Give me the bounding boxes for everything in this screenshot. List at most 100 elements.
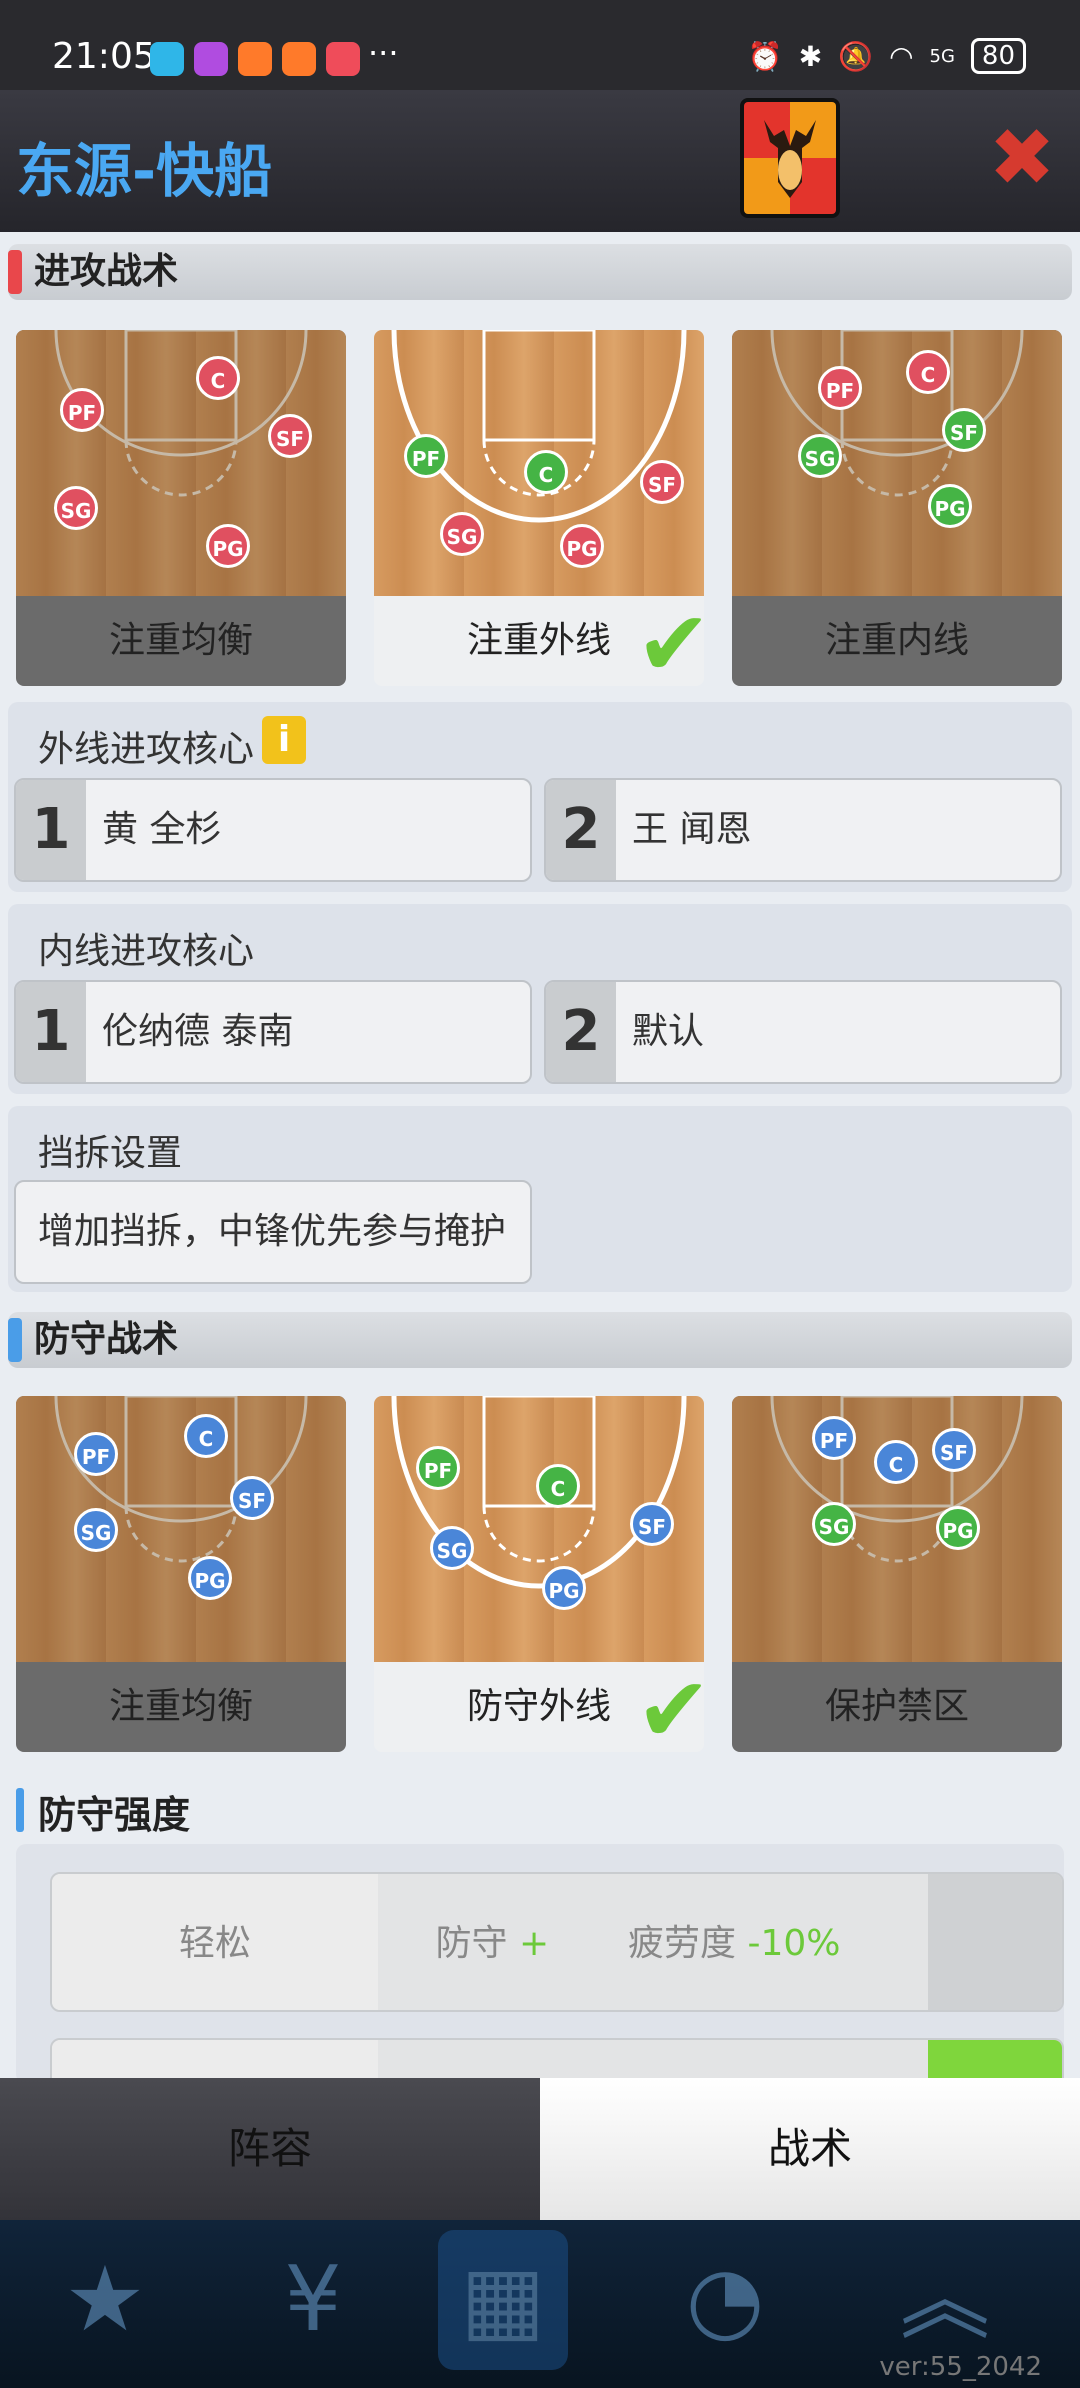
- player-marker-pf: PF: [60, 388, 104, 432]
- interior-core-slot-1[interactable]: 1 伦纳德 泰南: [14, 980, 532, 1084]
- up-arrow-icon: ︽: [900, 2247, 990, 2352]
- player-marker-pg: PG: [542, 1566, 586, 1610]
- perimeter-core-slot-1[interactable]: 1 黄 全杉: [14, 778, 532, 882]
- court-image: [16, 1396, 346, 1662]
- bottom-tabbar: 阵容 战术: [0, 2078, 1080, 2220]
- info-icon[interactable]: i: [262, 716, 306, 764]
- slot-number: 1: [16, 780, 86, 880]
- player-marker-pg: PG: [560, 524, 604, 568]
- player-marker-sf: SF: [230, 1476, 274, 1520]
- close-button[interactable]: ✖: [986, 118, 1058, 198]
- selected-checkmark-icon: ✔: [636, 1658, 712, 1763]
- interior-core-slot-2[interactable]: 2 默认: [544, 980, 1062, 1084]
- perimeter-core-title: 外线进攻核心: [38, 729, 255, 770]
- defense-label: 防守: [435, 1923, 508, 1964]
- alarm-icon: ⏰: [747, 39, 783, 73]
- player-marker-c: C: [196, 356, 240, 400]
- intensity-accent: [16, 1788, 24, 1832]
- player-marker-pf: PF: [404, 434, 448, 478]
- player-marker-sf: SF: [932, 1428, 976, 1472]
- offense-card-interior[interactable]: PF C SF SG PG 注重内线: [732, 330, 1062, 686]
- player-marker-sg: SG: [54, 486, 98, 530]
- player-marker-pg: PG: [188, 1556, 232, 1600]
- player-marker-c: C: [906, 350, 950, 394]
- tab-tactics[interactable]: 战术: [540, 2078, 1080, 2220]
- player-marker-c: C: [874, 1440, 918, 1484]
- reader-app-icon: [326, 42, 360, 76]
- player-marker-pg: PG: [928, 484, 972, 528]
- version-label: ver:55_2042: [879, 2352, 1042, 2382]
- team-header: 东源-快船 ✖: [0, 90, 1080, 232]
- fatigue-label: 疲劳度: [628, 1923, 737, 1964]
- selected-checkmark-icon: ✔: [636, 592, 712, 697]
- mute-icon: 🔕: [838, 39, 874, 73]
- player-marker-pg: PG: [936, 1506, 980, 1550]
- player-marker-pf: PF: [812, 1416, 856, 1460]
- intensity-panel: 轻松 防守 + 疲劳度 -10%: [16, 1844, 1064, 2078]
- notification-icons: [150, 42, 360, 76]
- player-marker-sf: SF: [630, 1502, 674, 1546]
- chat-icon: ◔: [685, 2247, 765, 2352]
- team-logo: [740, 98, 840, 218]
- slot-number: 2: [546, 982, 616, 1082]
- perimeter-core-slot-2[interactable]: 2 王 闻恩: [544, 778, 1062, 882]
- game-app-icon: [238, 42, 272, 76]
- player-marker-sg: SG: [798, 434, 842, 478]
- intensity-level-label-next: [52, 2040, 378, 2078]
- defense-card-protect-paint[interactable]: PF C SF SG PG 保护禁区: [732, 1396, 1062, 1752]
- bluetooth-icon: ✱: [798, 39, 823, 73]
- tab-lineup[interactable]: 阵容: [0, 2078, 540, 2220]
- player-marker-sf: SF: [942, 408, 986, 452]
- intensity-option-easy[interactable]: 轻松 防守 + 疲劳度 -10%: [50, 1872, 1064, 2012]
- currency-icon: ¥: [284, 2247, 342, 2352]
- player-marker-sg: SG: [430, 1526, 474, 1570]
- signal-icon: 5G: [929, 45, 955, 67]
- slot-number: 2: [546, 780, 616, 880]
- status-bar: 21:05 ··· ⏰ ✱ 🔕 ◠ 5G 80: [0, 0, 1080, 90]
- slot-player-name: 默认: [632, 1011, 705, 1052]
- court-image: [732, 330, 1062, 596]
- player-marker-pg: PG: [206, 524, 250, 568]
- player-marker-c: C: [184, 1414, 228, 1458]
- court-image: [16, 330, 346, 596]
- intensity-effects: 防守 + 疲劳度 -10%: [378, 1874, 898, 2010]
- interior-core-group: 内线进攻核心 1 伦纳德 泰南 2 默认: [8, 904, 1072, 1094]
- card-label: 注重均衡: [108, 620, 253, 661]
- player-marker-c: C: [524, 450, 568, 494]
- card-label: 注重内线: [824, 620, 969, 661]
- slot-player-name: 黄 全杉: [102, 809, 222, 850]
- slot-player-name: 王 闻恩: [632, 809, 752, 850]
- player-marker-pf: PF: [818, 366, 862, 410]
- screen-setting-title: 挡拆设置: [38, 1133, 183, 1174]
- player-marker-pf: PF: [74, 1432, 118, 1476]
- star-icon: ★: [64, 2247, 146, 2352]
- defense-card-balanced[interactable]: PF C SF SG PG 注重均衡: [16, 1396, 346, 1752]
- book-app-icon: [150, 42, 184, 76]
- wifi-icon: ◠: [889, 39, 914, 73]
- screen-setting-button[interactable]: 增加挡拆，中锋优先参与掩护: [14, 1180, 532, 1284]
- screen-setting-group: 挡拆设置 增加挡拆，中锋优先参与掩护: [8, 1106, 1072, 1292]
- offense-section-header: 进攻战术: [8, 244, 1072, 300]
- intensity-title: 防守强度: [38, 1793, 191, 1837]
- game-app-icon-2: [282, 42, 316, 76]
- intensity-selector-slot: [928, 1874, 1062, 2010]
- player-marker-c: C: [536, 1464, 580, 1508]
- video-app-icon: [194, 42, 228, 76]
- slot-player-name: 伦纳德 泰南: [102, 1011, 294, 1052]
- tactics-content[interactable]: 进攻战术 PF C SF SG PG 注重均衡 PF C SF SG PG 注重…: [0, 232, 1080, 2078]
- team-title: 东源-快船: [16, 137, 273, 205]
- player-marker-sf: SF: [640, 460, 684, 504]
- player-marker-sg: SG: [440, 512, 484, 556]
- intensity-option-next[interactable]: [50, 2038, 1064, 2078]
- card-label: 注重均衡: [108, 1686, 253, 1727]
- status-time: 21:05: [52, 36, 156, 77]
- player-marker-sf: SF: [268, 414, 312, 458]
- court-image: [732, 1396, 1062, 1662]
- more-notifications-icon: ···: [368, 34, 399, 72]
- interior-core-title: 内线进攻核心: [38, 931, 255, 972]
- offense-card-balanced[interactable]: PF C SF SG PG 注重均衡: [16, 330, 346, 686]
- perimeter-core-group: 外线进攻核心 i 1 黄 全杉 2 王 闻恩: [8, 702, 1072, 892]
- fatigue-value: -10%: [747, 1923, 841, 1964]
- system-icons: ⏰ ✱ 🔕 ◠ 5G 80: [748, 38, 1026, 74]
- battery-icon: 80: [970, 38, 1026, 74]
